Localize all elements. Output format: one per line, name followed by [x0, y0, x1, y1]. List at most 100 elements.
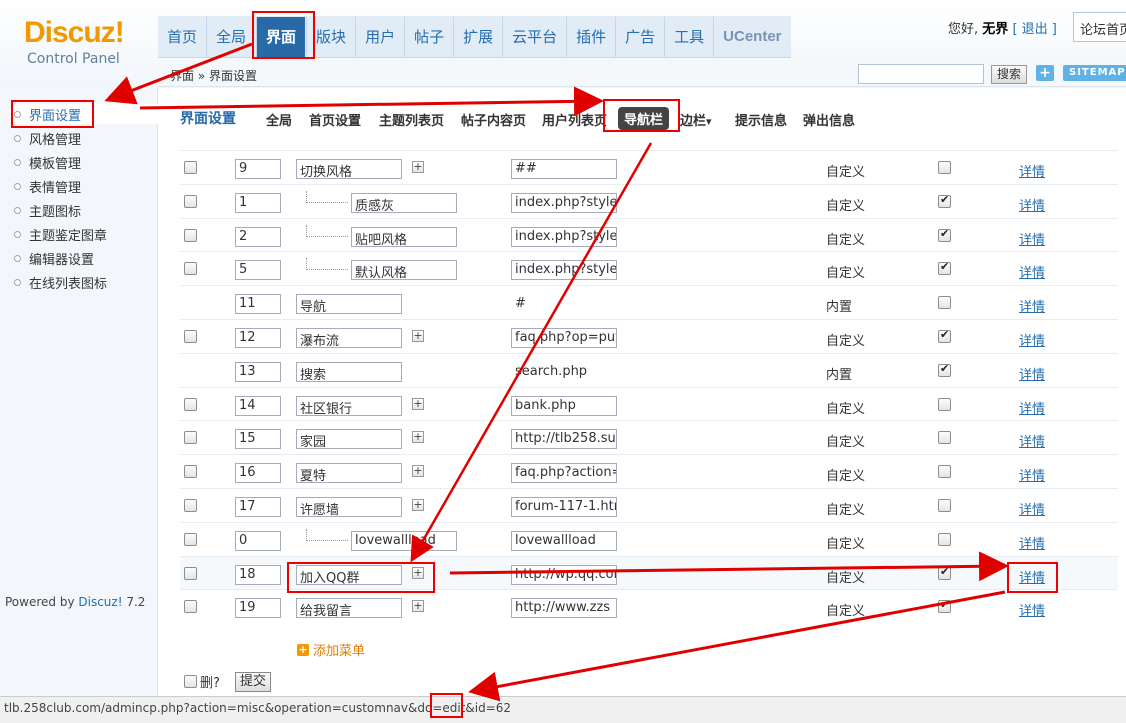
enabled-checkbox[interactable] [938, 565, 951, 580]
sidebar-item-6[interactable]: 编辑器设置 [14, 248, 94, 268]
detail-link[interactable]: 详情 [1019, 600, 1045, 619]
nav-tab-9[interactable]: 广告 [615, 16, 664, 57]
detail-link[interactable]: 详情 [1019, 195, 1045, 214]
sidebar-item-3[interactable]: 表情管理 [14, 176, 81, 196]
detail-link[interactable]: 详情 [1019, 161, 1045, 180]
add-submenu-icon[interactable]: + [412, 499, 424, 511]
row-select-checkbox[interactable] [184, 161, 197, 174]
order-input[interactable]: 9 [235, 159, 281, 179]
enabled-checkbox[interactable] [938, 328, 951, 343]
subtab-2[interactable]: 主题列表页 [379, 110, 444, 129]
enabled-checkbox[interactable] [938, 465, 951, 479]
quick-jump-select[interactable]: 论坛首页 [1073, 12, 1126, 42]
subtab-8[interactable]: 弹出信息 [803, 110, 855, 129]
enabled-checkbox[interactable] [938, 598, 951, 614]
nav-tab-10[interactable]: 工具 [664, 16, 713, 57]
url-input[interactable]: index.php?style [511, 192, 617, 213]
order-input[interactable]: 1 [235, 192, 281, 213]
order-input[interactable]: 0 [235, 530, 281, 551]
enabled-checkbox[interactable] [938, 431, 951, 445]
add-submenu-icon[interactable]: + [412, 330, 424, 342]
url-input[interactable]: http://wp.qq.com [511, 564, 617, 585]
add-submenu-icon[interactable]: + [412, 465, 424, 478]
detail-link[interactable]: 详情 [1019, 398, 1045, 417]
subtab-6[interactable]: 边栏▾ [680, 110, 712, 129]
nav-tab-1[interactable]: 全局 [206, 16, 255, 57]
enabled-checkbox[interactable] [938, 227, 951, 242]
order-input[interactable]: 5 [235, 260, 281, 281]
detail-link[interactable]: 详情 [1019, 229, 1045, 248]
row-select-checkbox[interactable] [184, 330, 197, 343]
nav-tab-7[interactable]: 云平台 [502, 16, 566, 57]
subtab-4[interactable]: 用户列表页 [542, 110, 607, 129]
delete-all-checkbox[interactable] [184, 675, 197, 688]
row-select-checkbox[interactable] [184, 499, 197, 512]
enabled-checkbox[interactable] [938, 362, 951, 377]
sidebar-item-4[interactable]: 主题图标 [14, 200, 81, 220]
enabled-checkbox[interactable] [938, 397, 951, 411]
url-input[interactable]: faq.php?action= [511, 463, 617, 484]
enabled-checkbox[interactable] [938, 260, 951, 276]
row-select-checkbox[interactable] [184, 600, 197, 614]
name-input[interactable]: 搜索 [296, 361, 402, 382]
order-input[interactable]: 12 [235, 328, 281, 348]
order-input[interactable]: 13 [235, 361, 281, 382]
nav-tab-8[interactable]: 插件 [566, 16, 615, 57]
search-input[interactable] [858, 64, 984, 84]
name-input[interactable]: 社区银行 [296, 395, 402, 416]
name-input[interactable]: 质感灰 [351, 192, 457, 213]
nav-tab-11[interactable]: UCenter [713, 16, 790, 57]
enabled-checkbox[interactable] [938, 532, 951, 546]
subtab-3[interactable]: 帖子内容页 [461, 110, 526, 129]
add-submenu-icon[interactable]: + [412, 431, 424, 444]
nav-tab-4[interactable]: 用户 [355, 16, 404, 57]
name-input[interactable]: 贴吧风格 [351, 226, 457, 247]
url-input[interactable]: http://tlb258.su [511, 429, 617, 450]
name-input[interactable]: 夏特 [296, 463, 402, 484]
url-input[interactable]: forum-117-1.htm [511, 497, 617, 517]
detail-link[interactable]: 详情 [1019, 364, 1045, 383]
sidebar-item-5[interactable]: 主题鉴定图章 [14, 224, 107, 244]
order-input[interactable]: 11 [235, 294, 281, 315]
name-input[interactable]: 导航 [296, 294, 402, 315]
detail-link[interactable]: 详情 [1019, 533, 1045, 552]
url-input[interactable]: http://www.zzs [511, 598, 617, 619]
powered-brand[interactable]: Discuz! [78, 595, 122, 609]
url-input[interactable]: faq.php?op=put [511, 328, 617, 348]
url-input[interactable]: index.php?style [511, 226, 617, 247]
order-input[interactable]: 2 [235, 226, 281, 247]
name-input[interactable]: 切换风格 [296, 159, 402, 179]
sidebar-item-2[interactable]: 模板管理 [14, 152, 81, 172]
url-input[interactable]: lovewallload [511, 530, 617, 551]
add-submenu-icon[interactable]: + [412, 397, 424, 410]
name-input[interactable]: 默认风格 [351, 260, 457, 281]
url-input[interactable]: index.php?style [511, 260, 617, 281]
row-select-checkbox[interactable] [184, 566, 197, 580]
name-input[interactable]: 给我留言 [296, 598, 402, 619]
order-input[interactable]: 16 [235, 463, 281, 484]
add-submenu-icon[interactable]: + [412, 600, 424, 613]
name-input[interactable]: lovewallload [351, 530, 457, 551]
row-select-checkbox[interactable] [184, 465, 197, 479]
order-input[interactable]: 17 [235, 497, 281, 517]
name-input[interactable]: 家园 [296, 429, 402, 450]
detail-link[interactable]: 详情 [1019, 262, 1045, 281]
row-select-checkbox[interactable] [184, 228, 197, 242]
name-input[interactable]: 许愿墙 [296, 497, 402, 517]
row-select-checkbox[interactable] [184, 431, 197, 445]
order-input[interactable]: 15 [235, 429, 281, 450]
detail-link[interactable]: 详情 [1019, 465, 1045, 484]
row-select-checkbox[interactable] [184, 262, 197, 276]
add-menu-link[interactable]: + 添加菜单 [297, 640, 365, 659]
order-input[interactable]: 18 [235, 564, 281, 585]
row-select-checkbox[interactable] [184, 532, 197, 546]
submit-button[interactable]: 提交 [235, 672, 271, 692]
nav-tab-5[interactable]: 帖子 [404, 16, 453, 57]
subtab-1[interactable]: 首页设置 [309, 110, 361, 129]
url-input[interactable]: bank.php [511, 395, 617, 416]
subtab-0[interactable]: 全局 [266, 110, 292, 129]
order-input[interactable]: 19 [235, 598, 281, 619]
sidebar-item-1[interactable]: 风格管理 [14, 128, 81, 148]
enabled-checkbox[interactable] [938, 296, 951, 310]
search-button[interactable]: 搜索 [991, 65, 1027, 84]
